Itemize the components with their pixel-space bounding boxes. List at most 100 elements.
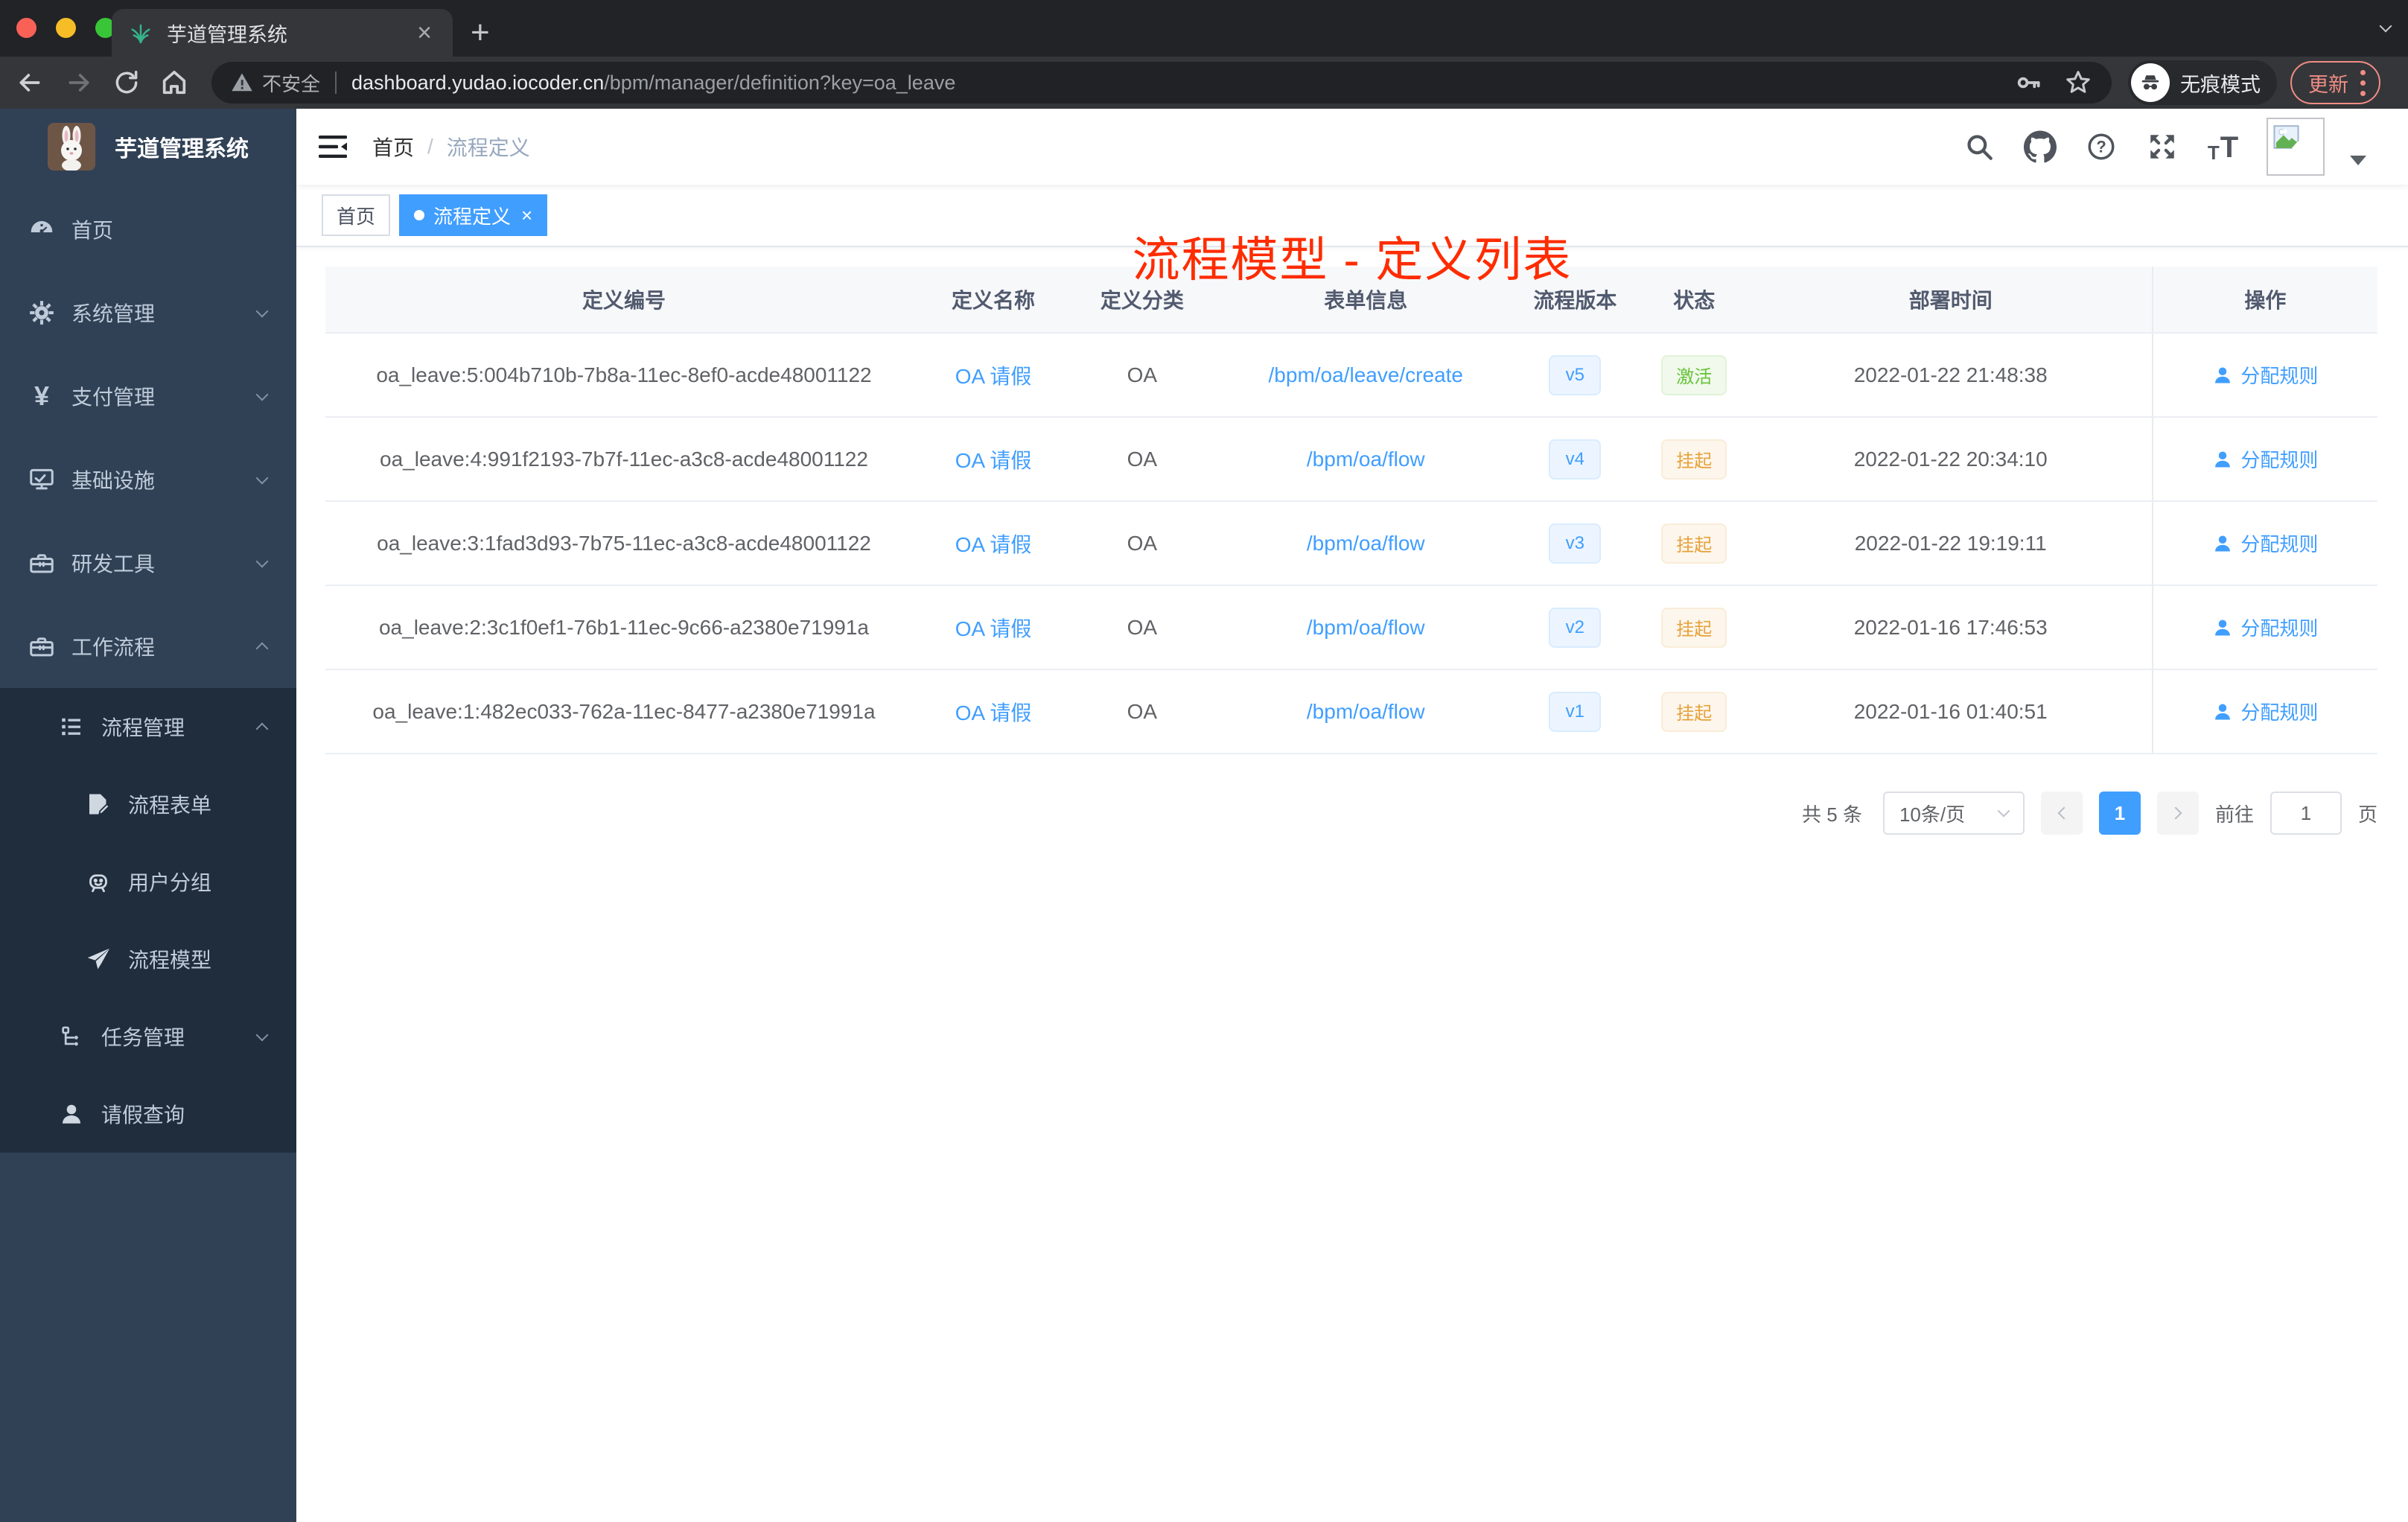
home-button[interactable]: [158, 66, 191, 99]
sidebar-item-user-group[interactable]: 用户分组: [0, 843, 296, 920]
user-icon: [2215, 535, 2231, 551]
sidebar-item-payment[interactable]: ¥ 支付管理: [0, 354, 296, 438]
bookmark-star-icon[interactable]: [2064, 69, 2092, 97]
app-navbar: 首页 / 流程定义 ? T T: [296, 109, 2408, 185]
browser-update-button[interactable]: 更新: [2290, 61, 2380, 104]
tag-label: 流程定义: [433, 205, 512, 228]
assign-rule-link[interactable]: 分配规则: [2212, 614, 2318, 641]
assign-rule-link[interactable]: 分配规则: [2212, 529, 2318, 557]
avatar-caret-icon[interactable]: [2350, 155, 2366, 165]
form-link[interactable]: /bpm/oa/leave/create: [1269, 363, 1464, 387]
browser-tab[interactable]: 芋道管理系统 ×: [112, 9, 453, 57]
assign-rule-link[interactable]: 分配规则: [2212, 698, 2318, 725]
fullscreen-icon[interactable]: [2144, 129, 2180, 165]
new-tab-button[interactable]: +: [471, 16, 490, 49]
version-badge: v1: [1549, 691, 1602, 732]
github-icon[interactable]: [2022, 129, 2058, 165]
browser-frame: 芋道管理系统 × +: [0, 0, 2408, 57]
forward-button[interactable]: [63, 66, 95, 99]
back-button[interactable]: [13, 66, 46, 99]
avatar[interactable]: [2267, 118, 2325, 176]
browser-menu-icon[interactable]: [2360, 69, 2366, 96]
col-header-definition-id: 定义编号: [582, 289, 666, 312]
site-favicon-icon: [131, 24, 150, 44]
sidebar-toggle-icon[interactable]: [319, 134, 348, 159]
brand-title: 芋道管理系统: [115, 137, 249, 162]
breadcrumb-home[interactable]: 首页: [372, 132, 414, 162]
security-label[interactable]: 不安全: [262, 69, 320, 97]
chevron-down-icon: [255, 1028, 269, 1043]
goto-label: 前往: [2214, 803, 2254, 826]
cell-category: OA: [1127, 447, 1158, 471]
chevron-up-icon: [255, 637, 269, 657]
sidebar-item-leave-query[interactable]: 请假查询: [0, 1075, 296, 1153]
definition-name-link[interactable]: OA 请假: [955, 697, 1032, 727]
tag-process-definition[interactable]: 流程定义 ×: [399, 194, 548, 236]
status-badge: 挂起: [1661, 439, 1727, 480]
sidebar-item-label: 首页: [71, 219, 114, 242]
sidebar-item-process-model[interactable]: 流程模型: [0, 920, 296, 998]
cell-definition-id: oa_leave:4:991f2193-7b7f-11ec-a3c8-acde4…: [380, 447, 868, 471]
main-panel: 首页 / 流程定义 ? T T 首页 流程定义 × 定义编号 定义名称 定义分类…: [296, 109, 2408, 1522]
close-window-button[interactable]: [16, 18, 36, 38]
search-icon[interactable]: [1961, 129, 1997, 165]
reload-button[interactable]: [110, 66, 143, 99]
cell-category: OA: [1127, 531, 1158, 555]
definition-name-link[interactable]: OA 请假: [955, 613, 1032, 643]
annotation-title: 流程模型 - 定义列表: [1132, 233, 1573, 287]
password-key-icon[interactable]: [2015, 69, 2043, 97]
user-icon: [57, 1099, 86, 1129]
tab-search-icon[interactable]: [2379, 19, 2392, 34]
form-link[interactable]: /bpm/oa/flow: [1307, 532, 1425, 555]
sidebar-item-process-management[interactable]: 流程管理: [0, 688, 296, 765]
sidebar-item-workflow[interactable]: 工作流程: [0, 605, 296, 688]
cell-definition-id: oa_leave:1:482ec033-762a-11ec-8477-a2380…: [372, 699, 876, 723]
prev-page-button[interactable]: [2040, 792, 2083, 835]
sidebar-item-devtools[interactable]: 研发工具: [0, 521, 296, 605]
assign-rule-link[interactable]: 分配规则: [2212, 445, 2318, 473]
form-link[interactable]: /bpm/oa/flow: [1307, 700, 1425, 724]
logo-image: [48, 123, 95, 171]
help-icon[interactable]: ?: [2083, 129, 2119, 165]
cell-deploy-time: 2022-01-22 21:48:38: [1853, 363, 2048, 386]
sidebar-item-label: 研发工具: [71, 553, 156, 576]
current-page-button[interactable]: 1: [2098, 792, 2141, 835]
incognito-label: 无痕模式: [2180, 73, 2261, 96]
assign-rule-link[interactable]: 分配规则: [2212, 361, 2318, 389]
broken-image-icon: [2273, 125, 2299, 149]
sidebar-item-task-management[interactable]: 任务管理: [0, 998, 296, 1075]
cell-definition-id: oa_leave:3:1fad3d93-7b75-11ec-a3c8-acde4…: [377, 531, 871, 555]
form-link[interactable]: /bpm/oa/flow: [1307, 448, 1425, 471]
url-bar[interactable]: 不安全 dashboard.yudao.iocoder.cn/bpm/manag…: [211, 62, 2112, 104]
definition-name-link[interactable]: OA 请假: [955, 445, 1032, 474]
workflow-submenu: 流程管理 流程表单 用户分组 流程模型 任务管理 请假查询: [0, 688, 296, 1153]
sidebar-item-label: 系统管理: [71, 302, 156, 325]
sidebar-item-system[interactable]: 系统管理: [0, 271, 296, 354]
form-link[interactable]: /bpm/oa/flow: [1307, 616, 1425, 640]
sidebar-item-process-form[interactable]: 流程表单: [0, 765, 296, 843]
next-page-button[interactable]: [2156, 792, 2199, 835]
version-badge: v3: [1549, 523, 1602, 564]
robot-face-icon: [83, 867, 113, 897]
tab-close-icon[interactable]: ×: [413, 20, 436, 45]
sidebar-item-infrastructure[interactable]: 基础设施: [0, 438, 296, 521]
sidebar-logo[interactable]: 芋道管理系统: [0, 109, 296, 185]
tag-close-icon[interactable]: ×: [521, 204, 532, 227]
version-badge: v5: [1549, 354, 1602, 395]
sidebar-item-home[interactable]: 首页: [0, 188, 296, 271]
url-text[interactable]: dashboard.yudao.iocoder.cn/bpm/manager/d…: [351, 71, 2000, 95]
breadcrumb-separator: /: [427, 135, 433, 158]
page-size-select[interactable]: 10条/页: [1882, 792, 2025, 835]
font-size-icon[interactable]: TT: [2205, 129, 2241, 165]
chevron-down-icon: [255, 555, 269, 570]
cell-category: OA: [1127, 699, 1158, 723]
cell-definition-id: oa_leave:5:004b710b-7b8a-11ec-8ef0-acde4…: [376, 363, 872, 386]
incognito-badge[interactable]: 无痕模式: [2128, 60, 2277, 105]
definition-name-link[interactable]: OA 请假: [955, 529, 1032, 558]
definition-name-link[interactable]: OA 请假: [955, 360, 1032, 390]
tag-home[interactable]: 首页: [322, 194, 391, 236]
goto-page-input[interactable]: 1: [2270, 792, 2342, 835]
minimize-window-button[interactable]: [56, 18, 76, 38]
monitor-icon: [27, 465, 57, 494]
chevron-up-icon: [255, 717, 269, 737]
